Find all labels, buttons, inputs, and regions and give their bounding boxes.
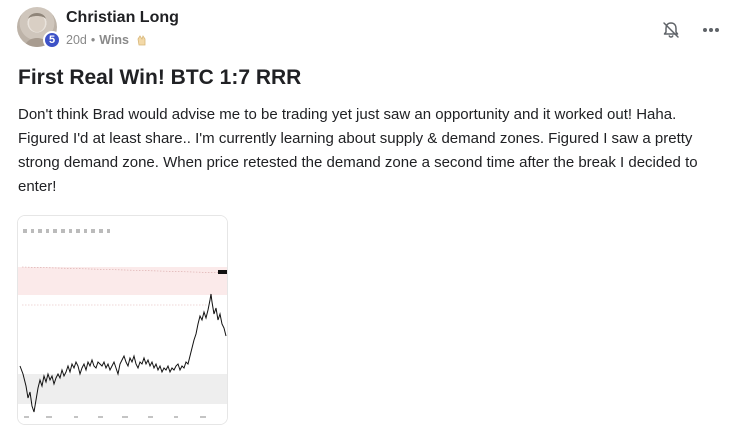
post-card: 5 Christian Long 20d • Wins First Real W… <box>0 0 749 435</box>
post-time[interactable]: 20d <box>66 33 87 47</box>
chart-screenshot-attachment[interactable] <box>17 215 228 425</box>
post-meta: 20d • Wins <box>66 33 149 47</box>
post-body: Don't think Brad would advise me to be t… <box>18 106 698 195</box>
btc-chart-image <box>18 216 227 424</box>
author-avatar-wrap[interactable]: 5 <box>17 7 61 51</box>
level-badge: 5 <box>43 31 61 49</box>
supply-zone <box>18 267 227 295</box>
post-title[interactable]: First Real Win! BTC 1:7 RRR <box>18 66 301 90</box>
meta-separator: • <box>90 33 96 47</box>
post-category[interactable]: Wins <box>99 33 129 47</box>
more-horizontal-icon[interactable] <box>700 20 722 40</box>
clapping-hands-icon <box>137 35 146 46</box>
author-name[interactable]: Christian Long <box>66 9 179 27</box>
bell-off-icon[interactable] <box>661 20 681 40</box>
